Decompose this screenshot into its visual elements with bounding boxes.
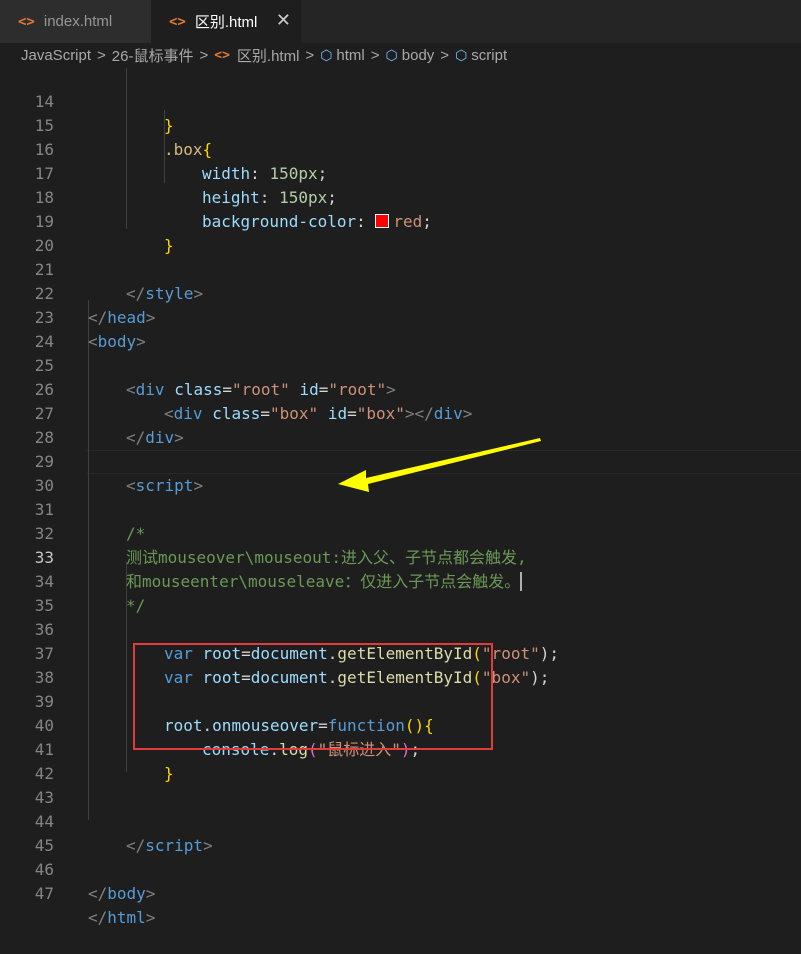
annotation-arrow-icon (338, 438, 541, 492)
